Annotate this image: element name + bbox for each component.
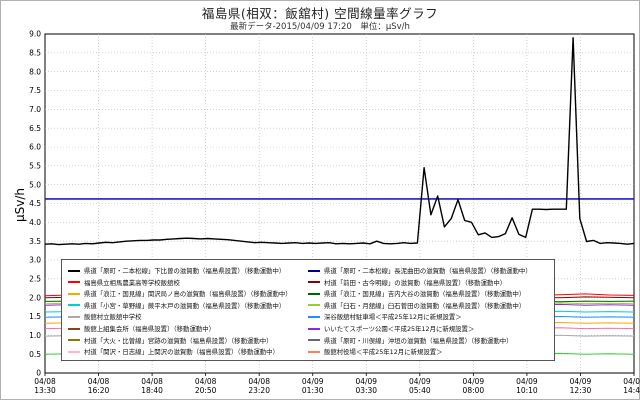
legend-item: いいたてスポーツ公園＜平成25年12月に新規設置＞	[308, 323, 544, 334]
y-tick-label: 4.0	[29, 218, 41, 227]
y-tick-label: 6.5	[29, 124, 41, 133]
legend-label: 県道「原町・二本松線」下比曽の滋賀動（福島県設置）（移動運動中）	[84, 267, 286, 275]
legend-label: 飯舘村役場＜平成25年12月に新規設置＞	[324, 348, 443, 357]
y-tick-label: 2.5	[29, 274, 41, 283]
y-tick-label: 5.0	[29, 180, 41, 189]
legend-swatch	[308, 350, 320, 353]
y-tick-label: 7.5	[29, 86, 41, 95]
legend-swatch	[308, 292, 320, 295]
legend-swatch	[308, 281, 320, 284]
legend-swatch	[68, 327, 80, 330]
legend-label: いいたてスポーツ公園＜平成25年12月に新規設置＞	[324, 325, 475, 333]
legend-label: 県道「原町・川俣線」沖垣の滋賀動（福島県設置）（移動運動中）	[324, 336, 513, 345]
x-tick-label-date: 04/08	[141, 377, 163, 386]
y-tick-label: 2.0	[29, 293, 41, 302]
legend-item: 県道「小宮・草野線」蕨平木戸の滋賀動（福島県設置）（移動運動中）	[68, 300, 304, 311]
y-tick-label: 8.5	[29, 48, 41, 57]
y-tick-label: 1.5	[29, 312, 41, 321]
x-tick-label-time: 10:10	[516, 386, 538, 395]
legend-swatch	[308, 327, 320, 330]
x-tick-label-date: 04/08	[34, 377, 56, 386]
x-tick-label-date: 04/09	[302, 377, 324, 386]
legend-swatch	[68, 304, 80, 307]
x-tick-label-time: 20:50	[195, 386, 217, 395]
y-tick-label: 3.5	[29, 237, 41, 246]
y-tick-label: 7.0	[29, 105, 41, 114]
legend-swatch	[68, 315, 80, 318]
y-tick-label: 5.5	[29, 161, 41, 170]
x-tick-label-time: 13:30	[34, 386, 56, 395]
x-tick-label-date: 04/09	[516, 377, 538, 386]
x-tick-label-time: 05:40	[409, 386, 431, 395]
y-tick-label: 9.0	[29, 30, 41, 39]
legend-label: 県道「臼石・月舘線」臼石菅田の滋賀動（福島県設置）（移動運動中）	[324, 301, 526, 310]
legend-item: 県道「原町・二本松線」下比曽の滋賀動（福島県設置）（移動運動中）	[68, 265, 304, 276]
legend-item: 県道「臼石・月舘線」臼石菅田の滋賀動（福島県設置）（移動運動中）	[308, 300, 544, 311]
legend-label: 県道「浪江・国見線」吉内大谷の滋賀動（福島県設置）（移動運動中）	[324, 290, 526, 299]
x-tick-label-date: 04/08	[88, 377, 110, 386]
x-tick-label-date: 04/09	[409, 377, 431, 386]
x-tick-label-time: 18:40	[141, 386, 163, 395]
legend-label: 村道「大火・比曽線」宮跡の滋賀動（福島県設置）（移動運動中）	[84, 336, 273, 345]
legend-item: 村道「前田・古今明線」の滋賀動（福島県設置）（移動運動中）	[308, 277, 544, 288]
legend-item: 飯舘村立飯舘中学校	[68, 311, 304, 322]
legend-item: 県道「原町・川俣線」沖垣の滋賀動（福島県設置）（移動運動中）	[308, 335, 544, 346]
chart-legend: 県道「原町・二本松線」下比曽の滋賀動（福島県設置）（移動運動中） 県道「原町・二本…	[61, 259, 555, 361]
legend-label: 飯舘村立飯舘中学校	[84, 313, 142, 322]
legend-swatch	[308, 304, 320, 307]
legend-item: 県道「浪江・国見線」関沢局ノ島の滋賀動（福島県設置）（移動運動中）	[68, 288, 304, 299]
legend-label: 県道「原町・二本松線」長泥曲田の滋賀動（福島県設置）（移動運動中）	[324, 267, 532, 275]
x-tick-label-time: 16:20	[88, 386, 110, 395]
x-tick-label-date: 04/09	[355, 377, 377, 386]
legend-label: 飯舘上組集会所（福島県設置）（移動運動中）	[84, 325, 216, 333]
x-tick-label-time: 03:30	[355, 386, 377, 395]
legend-item: 深谷飯舘村駐車場＜平成25年12月に新規設置＞	[308, 311, 544, 322]
legend-swatch	[68, 269, 80, 272]
legend-item: 福島県立相馬農業高等学校飯舘校	[68, 277, 304, 288]
x-tick-label-date: 04/08	[195, 377, 217, 386]
legend-label: 村道「前田・古今明線」の滋賀動（福島県設置）（移動運動中）	[324, 278, 507, 287]
y-tick-label: 1.0	[29, 331, 41, 340]
legend-swatch	[68, 292, 80, 295]
legend-item: 県道「原町・二本松線」長泥曲田の滋賀動（福島県設置）（移動運動中）	[308, 265, 544, 276]
legend-label: 深谷飯舘村駐車場＜平成25年12月に新規設置＞	[324, 313, 462, 322]
y-tick-label: 8.0	[29, 67, 41, 76]
legend-swatch	[68, 350, 80, 353]
legend-swatch	[308, 315, 320, 318]
x-tick-label-time: 12:30	[570, 386, 592, 395]
y-tick-label: 6.0	[29, 143, 41, 152]
legend-item: 飯舘上組集会所（福島県設置）（移動運動中）	[68, 323, 304, 334]
legend-label: 県道「小宮・草野線」蕨平木戸の滋賀動（福島県設置）（移動運動中）	[84, 301, 286, 310]
legend-label: 村道「関沢・日志線」上関沢の滋賀動（福島県設置）（移動運動中）	[84, 348, 279, 357]
x-tick-label-date: 04/09	[623, 377, 640, 386]
legend-swatch	[68, 281, 80, 284]
legend-item: 県道「浪江・国見線」吉内大谷の滋賀動（福島県設置）（移動運動中）	[308, 288, 544, 299]
legend-item: 村道「大火・比曽線」宮跡の滋賀動（福島県設置）（移動運動中）	[68, 335, 304, 346]
legend-label: 福島県立相馬農業高等学校飯舘校	[84, 278, 180, 287]
legend-swatch	[308, 339, 320, 342]
x-tick-label-date: 04/09	[463, 377, 485, 386]
y-tick-label: 0.5	[29, 350, 41, 359]
x-tick-label-time: 14:40	[623, 386, 640, 395]
x-tick-label-date: 04/08	[248, 377, 270, 386]
x-tick-label-time: 01:30	[302, 386, 324, 395]
x-tick-label-time: 23:20	[248, 386, 270, 395]
legend-item: 飯舘村役場＜平成25年12月に新規設置＞	[308, 346, 544, 357]
legend-swatch	[308, 269, 320, 272]
legend-item: 村道「関沢・日志線」上関沢の滋賀動（福島県設置）（移動運動中）	[68, 346, 304, 357]
legend-swatch	[68, 339, 80, 342]
x-tick-label-date: 04/09	[570, 377, 592, 386]
x-tick-label-time: 08:00	[463, 386, 485, 395]
legend-label: 県道「浪江・国見線」関沢局ノ島の滋賀動（福島県設置）（移動運動中）	[84, 290, 292, 299]
y-tick-label: 4.5	[29, 199, 41, 208]
y-tick-label: 3.0	[29, 256, 41, 265]
